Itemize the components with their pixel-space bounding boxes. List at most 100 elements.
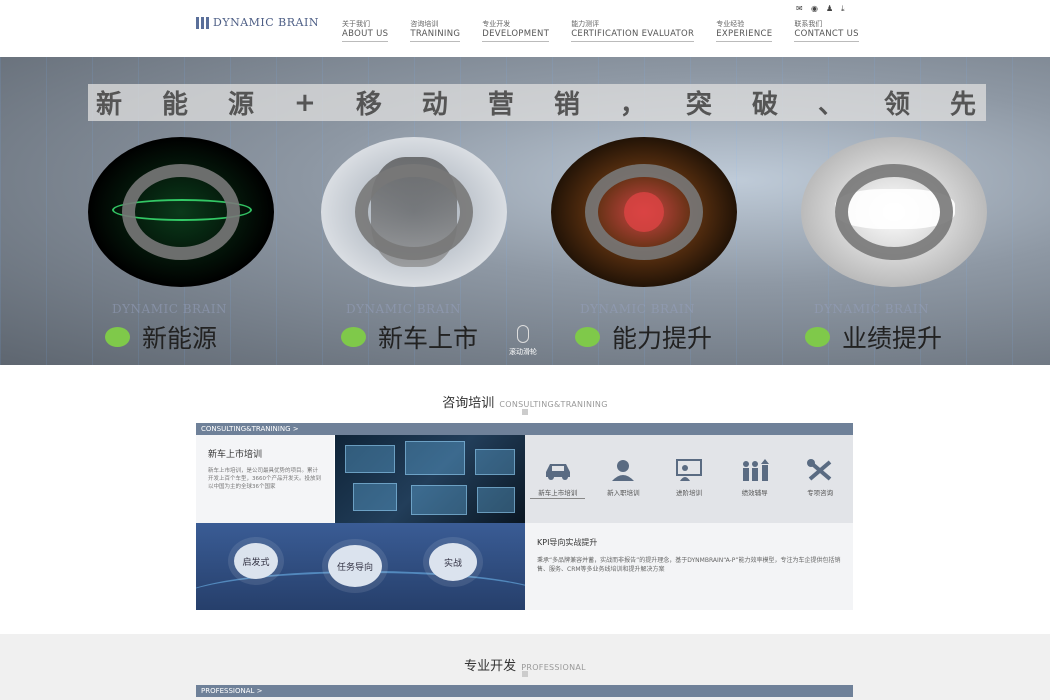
caption-text: 新能源	[142, 324, 218, 353]
scroll-label: 滚动滑轮	[509, 348, 537, 356]
nav-development-en: DEVELOPMENT	[482, 29, 550, 39]
nav-about-cn: 关于我们	[342, 20, 370, 28]
hero-banner: 新 能 源 + 移 动 营 销 ， 突 破 、 领 先 DYNAMIC BRAI…	[0, 57, 1050, 365]
caption-new-car[interactable]: 新车上市	[341, 319, 478, 355]
ring-overlay	[355, 164, 473, 260]
card-description: 新车上市培训，是公司最具优势的项目。累计开发上百个车型，3660个产品开发天。投…	[208, 468, 321, 490]
slogan-char: 动	[421, 90, 450, 120]
icon-advanced-training[interactable]: 进阶培训	[661, 459, 716, 523]
nav-development[interactable]: 专业开发 DEVELOPMENT	[482, 20, 550, 42]
card-title: 新车上市培训	[208, 450, 263, 460]
nav-contact-en: CONTANCT US	[794, 29, 859, 39]
nav-certification[interactable]: 能力测评 CERTIFICATION EVALUATOR	[571, 20, 695, 42]
ring-overlay	[835, 164, 953, 260]
car-icon	[545, 464, 570, 480]
training-icons-panel: 新车上市培训 新入职培训 进阶培训 绩效辅导 专项咨询	[525, 435, 853, 523]
watermark-logo: DYNAMIC BRAIN	[814, 302, 929, 316]
logo-mark-icon	[196, 16, 209, 29]
site-header: DYNAMIC BRAIN 关于我们 ABOUT US 咨询培训 TRANINING…	[0, 0, 1050, 57]
hero-image-performance[interactable]	[801, 137, 987, 287]
qq-icon[interactable]: ♟	[826, 5, 834, 13]
wechat-icon[interactable]: ✉	[796, 5, 804, 13]
watermark-logo: DYNAMIC BRAIN	[580, 302, 695, 316]
icon-label: 绩效辅导	[741, 489, 768, 497]
weibo-icon[interactable]: ◉	[811, 5, 819, 13]
growth-icon	[742, 459, 769, 481]
caption-performance[interactable]: 业绩提升	[805, 319, 942, 355]
section-marker-icon	[522, 409, 528, 415]
kpi-card[interactable]: KPI导向实战提升 秉承“多品牌兼容并蓄，实战而非报告”的提升理念，基于DYNM…	[525, 523, 853, 610]
training-screens-image	[335, 435, 525, 523]
professional-bar[interactable]: PROFESSIONAL >	[196, 685, 853, 697]
caption-text: 业绩提升	[842, 324, 943, 353]
scroll-hint[interactable]: 滚动滑轮	[509, 325, 537, 357]
slogan-char: 销	[553, 90, 582, 120]
caption-new-energy[interactable]: 新能源	[105, 319, 217, 355]
icon-label: 新入职培训	[607, 489, 640, 497]
hero-image-ability[interactable]	[551, 137, 737, 287]
nav-experience-en: EXPERIENCE	[716, 29, 773, 39]
kpi-title: KPI导向实战提升	[537, 538, 598, 547]
nav-training[interactable]: 咨询培训 TRANINING	[410, 20, 461, 42]
icon-performance-coaching[interactable]: 绩效辅导	[727, 459, 782, 523]
slogan-char: 突	[685, 90, 714, 120]
hero-slogan: 新 能 源 + 移 动 营 销 ， 突 破 、 领 先	[88, 84, 986, 121]
download-icon[interactable]: ⤓	[841, 5, 849, 13]
section-title-en: CONSULTING&TRANINING	[499, 400, 608, 409]
icon-special-consulting[interactable]: 专项咨询	[793, 459, 848, 523]
social-icons: ✉ ◉ ♟ ⤓	[796, 5, 849, 13]
slogan-char: 、	[817, 90, 846, 120]
hero-image-new-car[interactable]	[321, 137, 507, 287]
kpi-description: 秉承“多品牌兼容并蓄，实战而非报告”的提升理念，基于DYNMBRAIN“A-P”…	[537, 557, 841, 573]
watermark-logo: DYNAMIC BRAIN	[112, 302, 227, 316]
slogan-char: 领	[883, 90, 912, 120]
consulting-bar[interactable]: CONSULTING&TRANINING >	[196, 423, 853, 435]
ring-overlay	[585, 164, 703, 260]
caption-text: 新车上市	[378, 324, 479, 353]
icon-label: 新车上市培训	[530, 487, 586, 499]
slogan-char: 新	[96, 90, 125, 120]
logo[interactable]: DYNAMIC BRAIN	[196, 16, 319, 29]
new-car-training-card[interactable]: 新车上市培训 新车上市培训，是公司最具优势的项目。累计开发上百个车型，3660个…	[196, 435, 334, 523]
nav-experience[interactable]: 专业经验 EXPERIENCE	[716, 20, 773, 42]
section-marker-icon	[522, 671, 528, 677]
nav-contact[interactable]: 联系我们 CONTANCT US	[794, 20, 859, 42]
logo-text: DYNAMIC BRAIN	[213, 16, 319, 29]
slogan-char: 破	[751, 90, 780, 120]
slogan-char: 能	[162, 90, 191, 120]
slogan-char: +	[294, 87, 318, 118]
green-dot-icon	[575, 327, 600, 347]
hero-image-new-energy[interactable]	[88, 137, 274, 287]
icon-label: 专项咨询	[807, 489, 834, 497]
nav-about[interactable]: 关于我们 ABOUT US	[342, 20, 389, 42]
bubble-task-oriented[interactable]: 任务导向	[328, 545, 382, 587]
icon-new-employee-training[interactable]: 新入职培训	[596, 459, 651, 523]
person-icon	[612, 460, 635, 481]
caption-ability[interactable]: 能力提升	[575, 319, 712, 355]
icon-label: 进阶培训	[675, 489, 702, 497]
section-title-cn: 专业开发	[464, 659, 517, 674]
nav-certification-en: CERTIFICATION EVALUATOR	[571, 29, 695, 39]
main-nav: 关于我们 ABOUT US 咨询培训 TRANINING 专业开发 DEVELOPME…	[342, 20, 881, 42]
green-dot-icon	[805, 327, 830, 347]
section-title-en: PROFESSIONAL	[521, 663, 586, 672]
bubble-practice[interactable]: 实战	[429, 543, 477, 581]
nav-training-en: TRANINING	[410, 29, 461, 39]
slogan-char: 移	[355, 90, 384, 120]
section-title-cn: 咨询培训	[442, 396, 495, 411]
presentation-icon	[675, 459, 702, 481]
slogan-char: 先	[949, 90, 978, 120]
green-dot-icon	[341, 327, 366, 347]
ring-overlay	[122, 164, 240, 260]
nav-certification-cn: 能力测评	[571, 20, 600, 28]
bubble-heuristic[interactable]: 启发式	[234, 543, 278, 579]
nav-contact-cn: 联系我们	[794, 20, 823, 28]
caption-text: 能力提升	[612, 324, 713, 353]
nav-about-en: ABOUT US	[342, 29, 389, 39]
nav-development-cn: 专业开发	[482, 20, 511, 28]
slogan-char: 营	[487, 90, 516, 120]
method-bubbles-panel: 启发式 任务导向 实战	[196, 523, 525, 610]
slogan-char: 源	[228, 90, 257, 120]
icon-new-car-training[interactable]: 新车上市培训	[530, 459, 586, 523]
nav-experience-cn: 专业经验	[716, 20, 745, 28]
